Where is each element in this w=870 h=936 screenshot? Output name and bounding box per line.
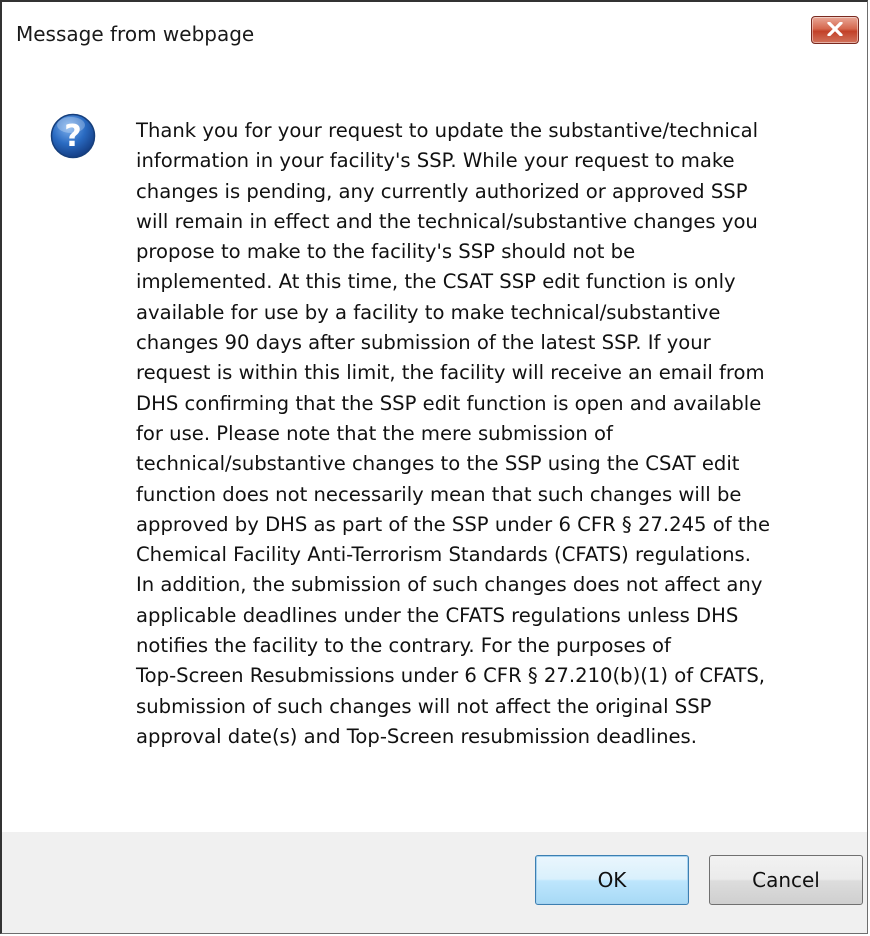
cancel-button[interactable]: Cancel — [709, 855, 863, 905]
dialog-content: ? Thank you for your request to update t… — [2, 72, 867, 832]
question-icon: ? — [50, 113, 96, 159]
message-dialog: Message from webpage ? Thank you for you… — [0, 0, 868, 934]
dialog-title: Message from webpage — [16, 22, 255, 46]
svg-text:?: ? — [64, 119, 81, 154]
title-bar: Message from webpage — [2, 2, 867, 72]
button-bar: OK Cancel — [2, 832, 867, 933]
ok-button[interactable]: OK — [535, 855, 689, 905]
close-button[interactable] — [811, 16, 859, 44]
close-icon — [827, 22, 843, 36]
message-text: Thank you for your request to update the… — [136, 119, 771, 748]
